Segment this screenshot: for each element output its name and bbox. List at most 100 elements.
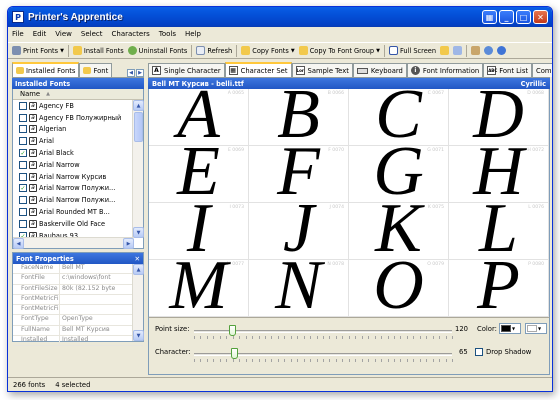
- font-checkbox[interactable]: [19, 125, 27, 134]
- font-checkbox[interactable]: [19, 101, 27, 110]
- font-checkbox[interactable]: [19, 172, 27, 181]
- copy-to-group-button[interactable]: Copy To Font Group ▼: [298, 46, 380, 55]
- slider-tick: [329, 336, 331, 339]
- font-checkbox[interactable]: [19, 219, 27, 228]
- character-cell[interactable]: M 0077 M: [149, 251, 249, 321]
- tab-single-character[interactable]: A Single Character: [148, 63, 225, 77]
- font-list-item[interactable]: a Algerian: [13, 124, 134, 136]
- tab-sample-text[interactable]: Lor Sample Text: [291, 63, 353, 77]
- tab-compare[interactable]: Compare Se: [532, 63, 552, 77]
- menu-view[interactable]: View: [55, 30, 72, 38]
- slider-tick: [406, 359, 408, 362]
- dropdown-arrow-icon: ▼: [290, 47, 295, 54]
- font-checkbox[interactable]: [19, 113, 27, 122]
- font-list-item[interactable]: a Arial Narrow: [13, 159, 134, 171]
- slider-tick: [445, 359, 447, 362]
- character-grid: A 0065 A B 0066 B C 0067 C D 0068 D E 0069 E F 007…: [148, 80, 550, 321]
- font-list-item[interactable]: a Arial Rounded MT B...: [13, 206, 134, 218]
- font-list-item[interactable]: ✓ a Arial Black: [13, 147, 134, 159]
- color-picker[interactable]: ▼: [499, 323, 521, 334]
- font-checkbox[interactable]: ✓: [19, 149, 27, 158]
- font-list-item[interactable]: a Arial Narrow Курсив: [13, 171, 134, 183]
- tab-character-set[interactable]: ▦ Character Set: [224, 62, 292, 77]
- full-screen-button[interactable]: Full Screen: [388, 46, 436, 55]
- menu-select[interactable]: Select: [81, 30, 103, 38]
- settings-icon[interactable]: [484, 46, 493, 55]
- tab-installed-fonts[interactable]: Installed Fonts: [12, 62, 80, 77]
- tab-keyboard[interactable]: Keyboard: [352, 63, 407, 77]
- slider-tick: [374, 359, 376, 362]
- menu-edit[interactable]: Edit: [33, 30, 47, 38]
- copy-fonts-button[interactable]: Copy Fonts ▼: [241, 46, 295, 55]
- font-list-horizontal-scrollbar[interactable]: ◀ ▶: [13, 237, 134, 249]
- slider-tick: [329, 359, 331, 362]
- slider-tick: [297, 359, 299, 362]
- font-checkbox[interactable]: [19, 137, 27, 146]
- maximize-button[interactable]: □: [516, 10, 531, 24]
- full-screen-label: Full Screen: [399, 46, 436, 55]
- character-slider-thumb[interactable]: [231, 348, 238, 359]
- close-icon[interactable]: ✕: [134, 255, 140, 263]
- font-list-item[interactable]: ✓ a Bauhaus 93: [13, 230, 134, 237]
- scroll-up-button[interactable]: ▲: [133, 100, 144, 111]
- toolbar-separator: [191, 44, 193, 57]
- scroll-down-button[interactable]: ▼: [133, 227, 144, 238]
- tab-scroll-left-button[interactable]: ◀: [127, 69, 135, 77]
- install-fonts-button[interactable]: Install Fonts: [72, 46, 124, 55]
- selected-count: 4 selected: [55, 380, 91, 389]
- drop-shadow-checkbox[interactable]: [475, 348, 483, 356]
- font-list-item[interactable]: ✓ a Arial Narrow Полужи...: [13, 183, 134, 195]
- scroll-left-button[interactable]: ◀: [13, 238, 24, 249]
- font-list-item[interactable]: a Baskerville Old Face: [13, 218, 134, 230]
- font-checkbox[interactable]: [19, 196, 27, 205]
- tab-font[interactable]: Font: [79, 63, 113, 77]
- scroll-down-button[interactable]: ▼: [133, 330, 144, 341]
- slider-tick: [348, 359, 350, 362]
- folder-icon: [16, 67, 24, 74]
- slider-tick: [419, 336, 421, 339]
- character-cell[interactable]: O 0079 O: [349, 251, 449, 321]
- minimize-button[interactable]: _: [499, 10, 514, 24]
- scroll-thumb[interactable]: [134, 112, 143, 142]
- font-list-item[interactable]: a Agency FB: [13, 100, 134, 112]
- menu-help[interactable]: Help: [185, 30, 201, 38]
- slider-tick: [316, 359, 318, 362]
- font-checkbox[interactable]: ✓: [19, 184, 27, 193]
- font-checkbox[interactable]: [19, 160, 27, 169]
- scroll-up-button[interactable]: ▲: [133, 264, 144, 275]
- refresh-button[interactable]: Refresh: [196, 46, 232, 55]
- background-color-picker[interactable]: ▼: [525, 323, 547, 334]
- folder-open-icon[interactable]: [440, 46, 449, 55]
- tab-scroll-right-button[interactable]: ▶: [136, 69, 144, 77]
- close-button[interactable]: ✕: [533, 10, 548, 24]
- print-fonts-button[interactable]: Print Fonts ▼: [12, 46, 64, 55]
- font-list-item[interactable]: a Arial: [13, 135, 134, 147]
- slider-tick: [361, 336, 363, 339]
- properties-scrollbar[interactable]: ▲ ▼: [132, 264, 144, 341]
- tab-font-list[interactable]: ABC Font List: [483, 63, 533, 77]
- help-icon[interactable]: [497, 46, 506, 55]
- slider-tick: [232, 336, 234, 339]
- window-icon[interactable]: [453, 46, 462, 55]
- export-icon[interactable]: [471, 46, 480, 55]
- name-column-header[interactable]: Name ▲: [13, 89, 143, 100]
- menu-tools[interactable]: Tools: [159, 30, 176, 38]
- menu-characters[interactable]: Characters: [112, 30, 150, 38]
- restore-grid-button[interactable]: ▦: [482, 10, 497, 24]
- font-name: Arial: [39, 137, 54, 146]
- font-checkbox[interactable]: [19, 208, 27, 217]
- title-bar[interactable]: P Printer's Apprentice ▦ _ □ ✕: [8, 7, 552, 27]
- character-cell[interactable]: P 0080 P: [449, 251, 549, 321]
- scroll-right-button[interactable]: ▶: [123, 238, 134, 249]
- point-size-slider-thumb[interactable]: [229, 325, 236, 336]
- font-file-icon: a: [29, 101, 37, 110]
- font-list-item[interactable]: a Agency FB Полужирный: [13, 112, 134, 124]
- character-cell[interactable]: N 0078 N: [249, 251, 349, 321]
- app-icon: P: [12, 11, 24, 23]
- font-list-vertical-scrollbar[interactable]: ▲ ▼: [132, 100, 144, 238]
- font-list-item[interactable]: a Arial Narrow Полужи...: [13, 194, 134, 206]
- menu-file[interactable]: File: [12, 30, 24, 38]
- uninstall-fonts-button[interactable]: Uninstall Fonts: [127, 46, 187, 55]
- copy-fonts-label: Copy Fonts: [252, 46, 289, 55]
- tab-font-information[interactable]: i Font Information: [406, 63, 484, 77]
